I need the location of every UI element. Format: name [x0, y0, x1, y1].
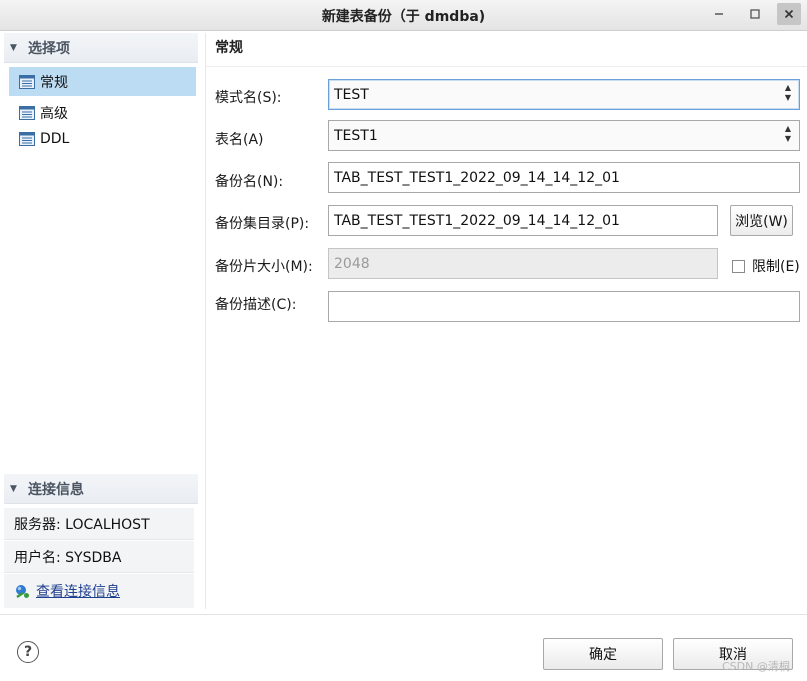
- view-connection-link[interactable]: 查看连接信息: [4, 574, 194, 608]
- sidebar-item-ddl[interactable]: DDL: [9, 124, 196, 153]
- backup-dir-label: 备份集目录(P):: [215, 216, 310, 232]
- description-input[interactable]: [328, 291, 800, 322]
- sidebar-item-advanced[interactable]: 高级: [9, 98, 196, 127]
- sidebar-item-general[interactable]: 常规: [9, 67, 196, 96]
- backup-dir-input[interactable]: TAB_TEST_TEST1_2022_09_14_14_12_01: [328, 205, 718, 236]
- limit-label: 限制(E): [752, 259, 800, 275]
- panel-divider: [205, 33, 206, 609]
- backup-name-value: TAB_TEST_TEST1_2022_09_14_14_12_01: [334, 169, 620, 186]
- browse-button[interactable]: 浏览(W): [730, 205, 793, 236]
- sidebar-item-label: 高级: [40, 105, 68, 122]
- user-info: 用户名: SYSDBA: [4, 541, 194, 573]
- help-icon: ?: [23, 644, 33, 660]
- page-list-icon: [19, 105, 35, 120]
- table-label: 表名(A): [215, 132, 264, 148]
- schema-select[interactable]: TEST ▲ ▼: [328, 79, 800, 110]
- spinner-icon: ▲ ▼: [784, 124, 792, 143]
- description-label: 备份描述(C):: [215, 297, 297, 313]
- connection-section-header[interactable]: ▼ 连接信息: [4, 474, 198, 504]
- footer-divider: [0, 614, 807, 615]
- options-section-title: 选择项: [28, 40, 70, 57]
- maximize-button[interactable]: [743, 3, 767, 25]
- backup-name-input[interactable]: TAB_TEST_TEST1_2022_09_14_14_12_01: [328, 162, 800, 193]
- collapse-arrow-icon: ▼: [10, 42, 17, 53]
- options-section-header[interactable]: ▼ 选择项: [4, 33, 198, 63]
- table-select[interactable]: TEST1 ▲ ▼: [328, 120, 800, 151]
- close-icon: [784, 9, 794, 19]
- options-panel: ▼ 选择项 常规 高级 DDL: [4, 33, 198, 473]
- backup-name-label: 备份名(N):: [215, 174, 284, 190]
- schema-label: 模式名(S):: [215, 90, 282, 106]
- sidebar-item-label: DDL: [40, 130, 70, 147]
- page-list-icon: [19, 131, 35, 146]
- close-button[interactable]: [777, 3, 801, 25]
- connection-icon: [16, 584, 29, 598]
- spinner-icon: ▲ ▼: [784, 83, 792, 102]
- title-bar: 新建表备份（于 dmdba): [0, 0, 807, 31]
- help-button[interactable]: ?: [17, 641, 39, 663]
- collapse-arrow-icon: ▼: [10, 483, 17, 494]
- view-connection-link-label[interactable]: 查看连接信息: [36, 581, 120, 601]
- window-title: 新建表备份（于 dmdba): [321, 9, 486, 25]
- page-list-icon: [19, 74, 35, 89]
- limit-checkbox[interactable]: 限制(E): [732, 256, 800, 276]
- table-value: TEST1: [334, 127, 378, 144]
- schema-value: TEST: [334, 86, 369, 103]
- watermark: CSDN @清桐: [722, 660, 790, 673]
- page-title: 常规: [215, 40, 243, 56]
- ok-button[interactable]: 确定: [543, 638, 663, 670]
- connection-section-title: 连接信息: [28, 481, 84, 498]
- backup-dir-value: TAB_TEST_TEST1_2022_09_14_14_12_01: [334, 212, 620, 229]
- piece-size-input: 2048: [328, 248, 718, 279]
- server-info: 服务器: LOCALHOST: [4, 508, 194, 540]
- connection-panel: ▼ 连接信息 服务器: LOCALHOST 用户名: SYSDBA 查看连接信息: [4, 474, 198, 609]
- piece-size-label: 备份片大小(M):: [215, 259, 313, 275]
- sidebar-item-label: 常规: [40, 74, 68, 91]
- minimize-icon: [715, 13, 723, 15]
- checkbox-box[interactable]: [732, 259, 745, 273]
- piece-size-value: 2048: [334, 255, 370, 272]
- minimize-button[interactable]: [707, 3, 731, 25]
- title-divider: [206, 66, 807, 67]
- maximize-icon: [750, 9, 760, 19]
